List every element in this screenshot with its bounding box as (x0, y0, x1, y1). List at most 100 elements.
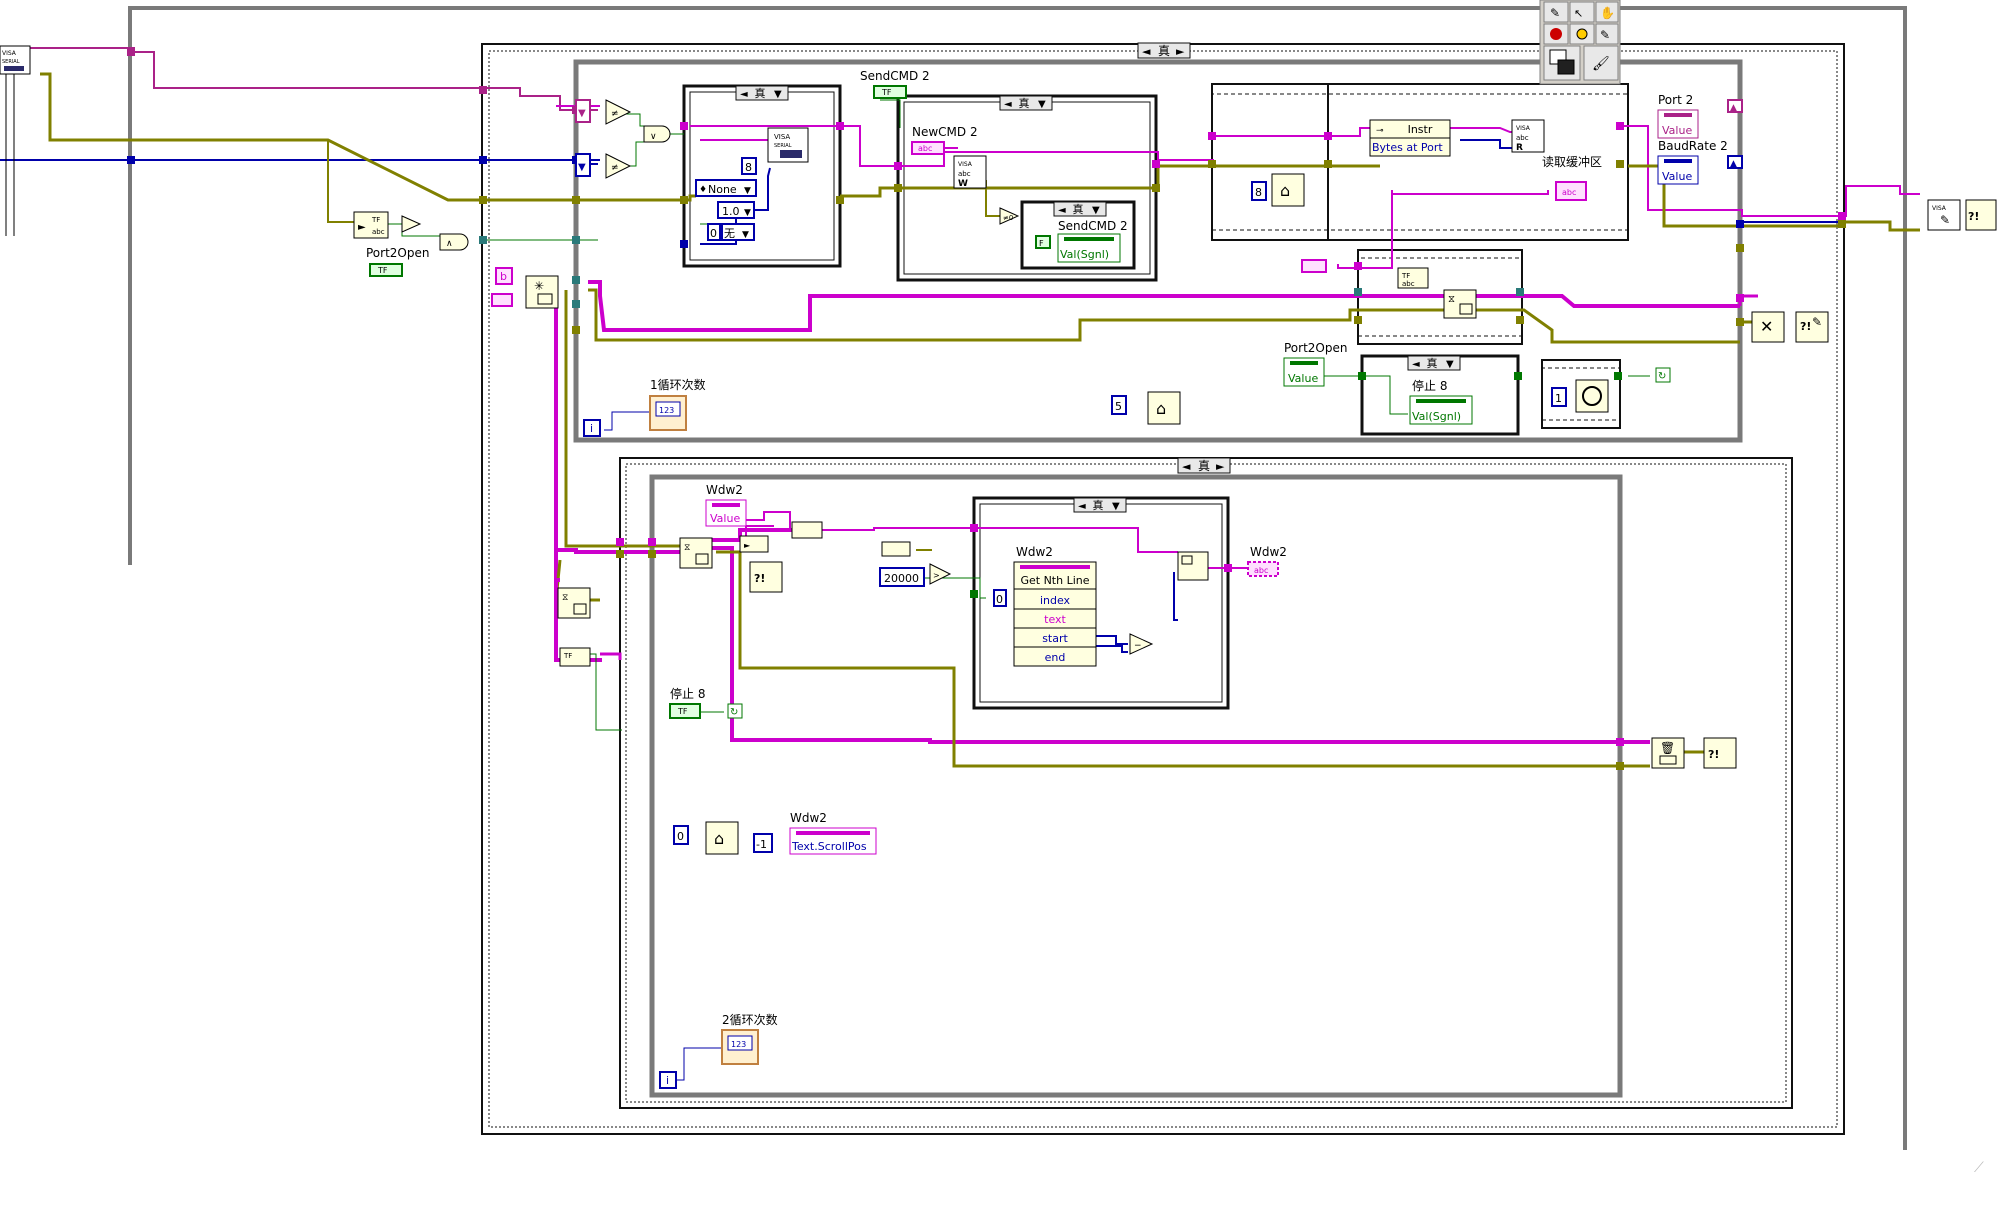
top-while-loop[interactable] (573, 59, 1743, 443)
preview-queue-node-b[interactable]: ⧖ (679, 537, 713, 569)
svg-text:◄: ◄ (1004, 99, 1012, 110)
select-node[interactable]: TF abc ► (353, 211, 389, 239)
stop8-control-bottom[interactable]: TF (669, 703, 701, 719)
send-case-selector[interactable]: ◄ 真 ▼ (735, 85, 789, 101)
subtract-node[interactable]: − (1129, 633, 1154, 655)
wait-ms-node-c[interactable]: ⌂ (705, 821, 739, 855)
newcmd2-local[interactable]: abc (911, 141, 945, 155)
compare-visa-node[interactable]: ▼ (575, 99, 591, 123)
shift-register-visa[interactable]: ▲ (1727, 99, 1743, 113)
port2open-value-property[interactable]: Value (1283, 357, 1325, 387)
flow-control-enum[interactable]: 无 ▼ (721, 223, 755, 241)
lower-case-selector[interactable]: ◄ 真 ► (1177, 457, 1231, 474)
tools-palette[interactable]: ✎ ↖ ✋ ✎ 🖌 (1539, 0, 1621, 85)
wdw2-local-indicator[interactable]: abc (1247, 561, 1279, 577)
or-node[interactable]: ∨ (643, 125, 671, 143)
constant-5[interactable]: 5 (1111, 395, 1127, 415)
not-equal-num-node[interactable]: ≠ (605, 153, 632, 179)
simple-error-handler-b[interactable]: ?! (1965, 199, 1997, 231)
concat-strings-node[interactable] (791, 521, 823, 539)
and-node[interactable]: ∧ (439, 233, 469, 251)
small-string-constant[interactable] (491, 293, 513, 307)
constant-0-b[interactable]: 0 (993, 589, 1007, 607)
loop1-count-indicator[interactable]: 123 (649, 395, 687, 431)
loop-condition-top[interactable]: ↻ (1655, 367, 1671, 383)
wdw2-scrollpos-property[interactable]: Text.ScrollPos (789, 827, 877, 855)
wdw2-value-property[interactable]: Value (705, 499, 747, 527)
preview-queue-node-a[interactable]: ⧖ (557, 587, 591, 619)
simple-error-handler-d[interactable]: ?! (1703, 737, 1737, 769)
not-equal-node[interactable] (401, 215, 422, 233)
visa-close-node[interactable]: VISA ✎ (1927, 199, 1961, 231)
loop-condition-bottom[interactable]: ↻ (727, 703, 743, 719)
not-equal-zero-node[interactable]: ≠0 (999, 207, 1020, 225)
outer-case-structure[interactable] (481, 43, 1845, 1135)
compare-num-node[interactable]: ▼ (575, 153, 591, 177)
sendcmd2-control[interactable]: TF (873, 85, 907, 99)
outer-case-decrement-icon[interactable]: ◄ (1142, 45, 1151, 58)
not-equal-visa-node[interactable]: ≠ (605, 99, 632, 125)
brush-tool-icon[interactable]: 🖌 (1583, 45, 1619, 81)
breakpoint-tool-icon[interactable] (1543, 23, 1569, 45)
sendcmd2-value-property[interactable]: Val(Sgnl) (1057, 233, 1121, 263)
constant-20000[interactable]: 20000 (879, 567, 925, 587)
wait-ms-node-a[interactable]: ⌂ (1271, 173, 1305, 207)
string-subset-node[interactable] (1177, 551, 1209, 581)
select-tf-node[interactable]: TF (559, 647, 591, 667)
shift-register-num[interactable]: ▲ (1727, 155, 1743, 169)
svg-text:TF: TF (563, 652, 572, 660)
baudrate2-value-property[interactable]: Value (1657, 155, 1699, 185)
sendcmd-case-selector[interactable]: ◄ 真 ▼ (1053, 201, 1107, 217)
constant-0-c[interactable]: 0 (673, 825, 689, 845)
bool-select-node[interactable]: ► (739, 535, 769, 553)
sendcmd2-false-constant[interactable]: F (1035, 235, 1051, 249)
constant-1[interactable]: 1 (1551, 387, 1567, 407)
flush-queue-node[interactable]: 🗑 (1651, 737, 1685, 769)
string-length-node[interactable] (881, 541, 911, 557)
read-buffer-local[interactable]: abc (1555, 181, 1587, 201)
instr-property-node[interactable]: ⊸ Instr Bytes at Port (1369, 119, 1451, 157)
release-queue-node[interactable]: ✕ (1751, 311, 1785, 343)
visa-write-node[interactable]: VISA abc W (953, 155, 987, 189)
stop8-value-property-top[interactable]: Val(Sgnl) (1409, 395, 1473, 425)
lower-while-loop[interactable] (649, 474, 1623, 1098)
parity-none-enum[interactable]: ♦ None ▼ (695, 179, 757, 197)
position-tool-icon[interactable]: ↖ (1569, 1, 1595, 23)
hand-tool-icon[interactable]: ✋ (1595, 1, 1619, 23)
probe-tool-icon[interactable] (1569, 23, 1595, 45)
newcmd-case-selector[interactable]: ◄ 真 ▼ (999, 95, 1053, 111)
greater-than-node[interactable]: > (929, 563, 952, 585)
obtain-queue-node[interactable]: ✳ (525, 275, 559, 309)
wait-ms-node-b[interactable]: ⌂ (1147, 391, 1181, 425)
wdw-case-selector[interactable]: ◄ 真 ▼ (1073, 497, 1127, 513)
simple-error-handler-c[interactable]: ?! (749, 561, 783, 593)
select-string-node[interactable]: TF abc (1397, 267, 1429, 289)
outer-case-increment-icon[interactable]: ► (1176, 45, 1185, 58)
visa-configure-serial-node[interactable]: VISA SERIAL (767, 127, 809, 163)
block-diagram-canvas[interactable]: ◄ 真 ► ◄ 真 ► ◄ 真 ▼ ◄ 真 ▼ ◄ 真 ▼ ◄ 真 ▼ ◄ 真 … (0, 0, 2000, 1202)
visa-read-node[interactable]: VISA abc R (1511, 119, 1545, 153)
visa-serial-node-left[interactable]: VISA SERIAL (0, 45, 31, 236)
wdw2-get-nth-line-invoke-node[interactable]: Get Nth Line index text start end (1013, 561, 1097, 667)
constant-8-b[interactable]: 8 (1251, 181, 1267, 201)
constant-8-a[interactable]: 8 (741, 157, 757, 175)
port2open-control-left[interactable]: TF (369, 263, 403, 277)
constant-minus-1[interactable]: -1 (753, 833, 773, 853)
loop2-count-indicator[interactable]: 123 (721, 1029, 759, 1065)
color-tool-icon[interactable] (1543, 45, 1581, 81)
constant-0-a[interactable]: 0 (707, 223, 721, 241)
simple-error-handler-a[interactable]: ?! ✎ (1795, 311, 1829, 343)
b-constant[interactable]: b (495, 267, 513, 285)
wdw-case-structure[interactable] (972, 496, 1230, 710)
port-open-case-selector[interactable]: ◄ 真 ▼ (1407, 355, 1461, 371)
color-copy-tool-icon[interactable]: ✎ (1595, 23, 1619, 45)
wait-next-ms-node[interactable] (1575, 379, 1609, 413)
queue-enqueue-node[interactable]: ⧖ (1443, 289, 1477, 319)
scroll-corner-icon[interactable]: ⟋ (1974, 1160, 1984, 1176)
outer-case-selector[interactable]: ◄ 真 ► (1137, 42, 1191, 59)
stop-bits-constant[interactable]: 1.0 ▼ (717, 201, 755, 219)
string-constant-small[interactable] (1301, 259, 1327, 273)
port2-value-property[interactable]: Value (1657, 109, 1699, 139)
svg-text:None: None (708, 183, 737, 196)
operate-tool-icon[interactable]: ✎ (1543, 1, 1569, 23)
